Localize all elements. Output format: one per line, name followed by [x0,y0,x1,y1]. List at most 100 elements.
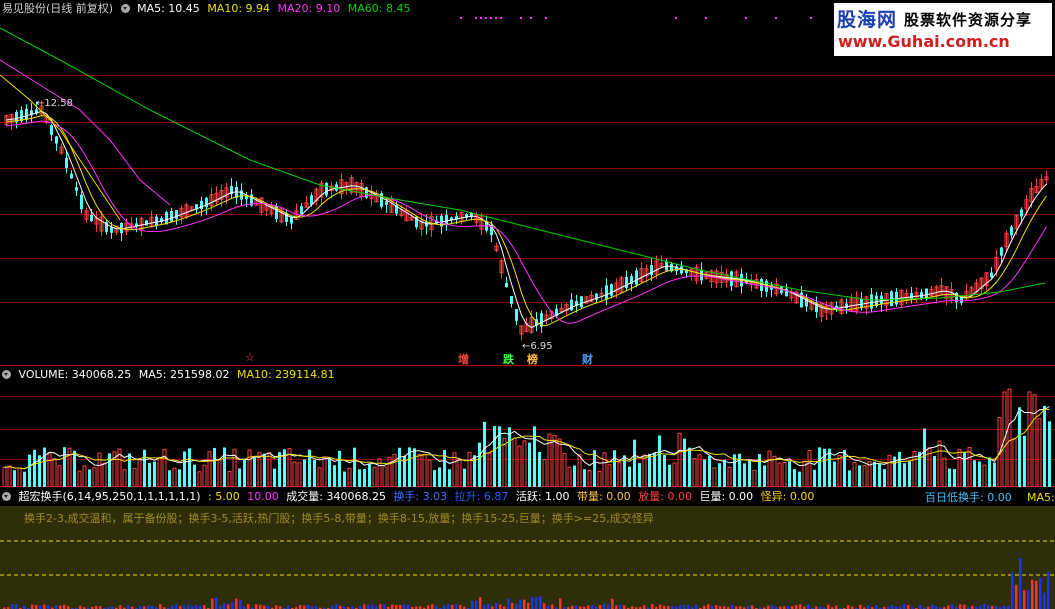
volume-bar [552,435,557,487]
volume-panel[interactable]: VOLUME: 340068.25 MA5: 251598.02 MA10: 2… [0,367,1055,487]
candle-body [895,291,898,305]
volume-bar [993,462,996,487]
candle-body [55,136,58,144]
volume-bar [908,460,911,487]
turnover-bar [771,605,774,609]
volume-bar [363,469,366,487]
turnover-bar [959,604,962,609]
volume-chart[interactable] [0,367,1055,487]
volume-bar [427,459,432,487]
volume-bar [683,438,686,487]
top-dot [675,17,677,19]
candle-body [510,296,513,304]
turnover-bar [459,604,462,609]
volume-bar [653,452,656,487]
volume-bar [202,464,207,487]
volume-bar [463,468,466,487]
volume-bar [573,465,576,487]
volume-bar [47,453,52,487]
volume-bar [77,470,82,487]
event-marker[interactable]: 增 [458,351,469,366]
candle-body [700,269,703,281]
turnover-bar [239,599,242,609]
dropdown-icon[interactable] [2,492,11,501]
volume-bar [398,447,401,487]
turnover-bar [535,597,538,609]
guhai-watermark: 股海网 股票软件资源分享 www.Guhai.com.cn [834,3,1052,56]
volume-bar [988,457,991,487]
volume-bar [562,453,567,487]
volume-bar [183,451,186,487]
volume-bar [887,454,892,487]
volume-bar [798,471,801,487]
volume-bar [873,461,876,487]
turnover-bar [607,604,610,609]
event-marker[interactable]: 跌 [503,351,514,366]
event-marker[interactable]: 榜 [527,351,538,366]
turnover-bar [835,605,838,609]
volume-bar [382,466,387,487]
volume-bar [807,450,812,487]
turnover-bar [187,604,190,609]
candle-body [580,296,583,308]
candle-body [90,214,93,222]
turnover-bar [919,604,922,609]
dropdown-icon[interactable] [120,4,130,13]
turnover-bar [931,604,934,609]
ma5-value: MA5: 10.45 [137,2,200,15]
volume-bar [278,452,281,487]
param-value-2: 10.00 [247,490,279,503]
high-marker: ←12.58 [36,98,74,109]
candle-body [385,201,388,205]
volume-bar [848,470,851,487]
volume-bar [708,456,711,487]
turnover-bar [1019,557,1022,609]
turnover-bar [751,605,754,609]
turnover-bar [379,604,382,609]
volume-bar [243,459,246,487]
volume-bar [727,466,732,487]
volume-bar [973,460,976,487]
volume-bar [1037,418,1042,487]
turnover-bar [367,604,370,609]
volume-bar [677,432,682,487]
turnover-panel[interactable]: 超宏换手(6,14,95,250,1,1,1,1,1,1) : 5.00 10.… [0,488,1055,609]
volume-bar [322,456,327,487]
volume-bar [487,452,492,487]
volume-bar [948,468,951,487]
price-panel[interactable]: 易见股份(日线 前复权) MA5: 10.45 MA10: 9.94 MA20:… [0,0,1055,366]
volume-bar [793,469,796,487]
volume-bar [878,463,881,487]
volume-bar [358,469,361,487]
turnover-bar [39,605,42,609]
volume-bar [933,456,936,487]
volume-bar [542,459,547,487]
candle-body [570,299,573,311]
volume-bar [267,452,272,487]
volume-bar [767,450,772,487]
indicator-name: 超宏换手(6,14,95,250,1,1,1,1,1,1) [18,490,201,503]
event-marker[interactable]: ☆ [245,351,255,364]
turnover-chart[interactable] [0,488,1055,609]
turnover-bar [287,605,290,609]
dropdown-icon[interactable] [2,370,11,379]
turnover-bar [307,604,310,609]
volume-bar [82,465,87,487]
volume-bar [197,471,202,487]
event-marker[interactable]: 财 [582,351,593,366]
volume-legend: VOLUME: 340068.25 MA5: 251598.02 MA10: 2… [2,367,339,383]
top-dot [495,17,497,19]
volume-bar [153,461,156,487]
volume-bar [967,447,972,487]
candle-body [25,108,28,120]
expand-volume: 放量: 0.00 [638,490,692,503]
volume-bar [777,462,782,487]
turnover-bar [247,604,250,609]
volume-bar [557,438,562,487]
volume-bar [1048,421,1051,487]
turnover-bar [227,604,230,609]
turnover-bar [299,604,302,609]
ma10-value: MA10: 9.94 [207,2,271,15]
volume-bar [672,462,677,487]
volume-bar [217,459,222,487]
